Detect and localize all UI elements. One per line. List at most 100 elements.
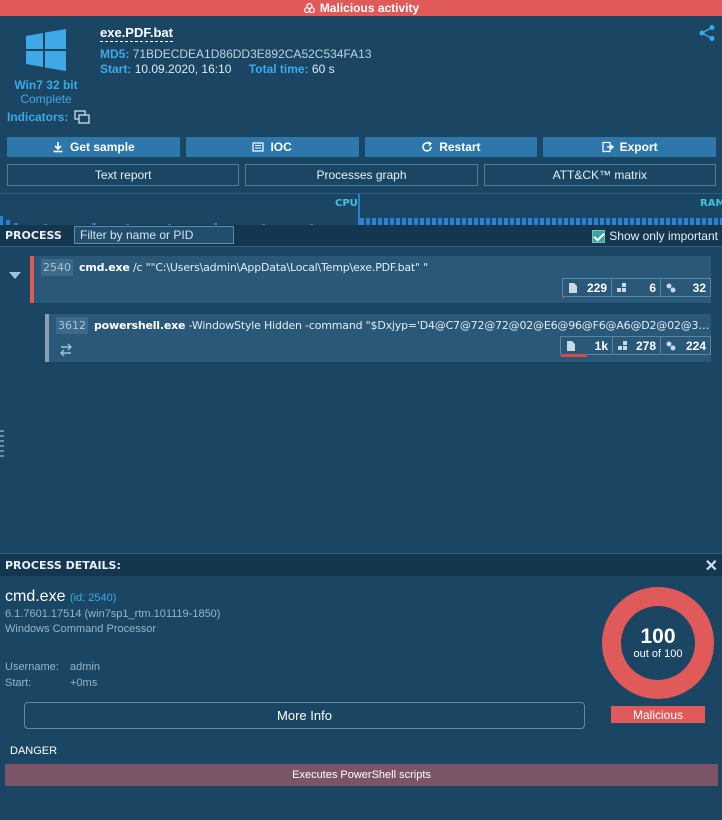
text-report-button[interactable]: Text report [7,164,240,186]
files-count: 1k [594,338,608,353]
restart-button[interactable]: Restart [364,137,538,157]
md5-line: MD5: 71BDECDEA1D86DD3E892CA52C534FA13 [100,47,372,61]
threat-score-value: 100 [640,625,676,648]
detail-process-id: (id: 2540) [69,592,117,604]
biohazard-icon [303,2,315,13]
threat-score-out-of: out of 100 [633,648,683,660]
share-icon[interactable] [698,24,716,42]
process-args: /c ""C:\Users\admin\AppData\Local\Temp\e… [129,261,429,274]
modules-icon [666,341,676,350]
download-icon [53,142,63,153]
primary-actions: Get sample IOC Restart Export [7,137,716,157]
registry-stat[interactable]: 278 [612,336,660,355]
file-icon [569,282,577,293]
process-name: cmd.exe [79,261,130,274]
show-only-important-label: Show only important [609,229,718,243]
export-icon [602,141,614,153]
registry-count: 278 [635,338,656,353]
process-pid: 3612 [56,317,88,334]
registry-count: 6 [649,280,656,295]
threat-score-donut: 100 out of 100 [602,587,714,699]
restart-label: Restart [439,140,481,154]
start-time-value: +0ms [70,677,98,689]
files-activity-bar [561,354,587,357]
banner-text: Malicious activity [319,1,420,15]
copy-windows-icon[interactable] [74,110,90,124]
cpu-usage-bars [0,216,313,225]
start-time-label: Start: [5,677,32,689]
process-args: -WindowStyle Hidden -command "$Dxjyp='D4… [185,319,714,332]
start-line: Start: 10.09.2020, 16:10 Total time: 60 … [100,62,349,76]
processes-graph-button[interactable]: Processes graph [245,164,478,186]
ioc-label: IOC [270,140,292,154]
files-stat[interactable]: 229 [562,278,611,299]
ioc-button[interactable]: IOC [185,137,359,157]
start-label: Start: [100,62,132,76]
username-value: admin [70,661,100,673]
export-button[interactable]: Export [543,137,716,157]
username-label: Username: [5,661,59,673]
registry-stat[interactable]: 6 [611,278,660,297]
cpu-label: CPU [335,198,358,209]
process-name: powershell.exe [94,319,186,332]
files-count: 229 [586,280,607,295]
resize-handle[interactable] [0,430,4,460]
md5-label: MD5: [100,47,130,61]
process-panel-title: PROCESS [5,229,62,242]
total-time-value: 60 s [311,62,335,76]
verdict-badge: Malicious [611,706,705,723]
export-label: Export [619,140,658,154]
document-list-icon [252,142,265,152]
show-only-important-checkbox[interactable] [592,229,606,243]
process-toolbar: PROCESS Show only important [0,225,722,247]
indicators-label: Indicators: [7,110,69,124]
file-icon [567,340,575,351]
attck-matrix-button[interactable]: ATT&CK™ matrix [483,164,716,186]
report-actions: Text report Processes graph ATT&CK™ matr… [7,164,716,186]
indicators[interactable]: Indicators: [7,110,90,124]
process-pid: 2540 [41,259,73,276]
danger-indicator-item[interactable]: Executes PowerShell scripts [5,764,718,786]
modules-icon [666,283,676,292]
modules-count: 32 [692,280,706,295]
process-row[interactable]: 2540 cmd.exe /c ""C:\Users\admin\AppData… [30,256,711,303]
refresh-icon [422,141,433,152]
modules-stat[interactable]: 32 [660,278,711,297]
modules-stat[interactable]: 224 [660,336,711,355]
process-command-line: cmd.exe /c ""C:\Users\admin\AppData\Loca… [79,261,699,274]
file-name-link[interactable]: exe.PDF.bat [100,25,173,42]
process-command-line: powershell.exe -WindowStyle Hidden -comm… [94,319,714,332]
danger-section-label: DANGER [10,745,58,757]
task-status: Complete [20,92,72,106]
detail-username: Username: admin [5,661,100,673]
start-value: 10.09.2020, 16:10 [134,62,232,76]
process-details-title: PROCESS DETAILS: [5,559,121,572]
get-sample-button[interactable]: Get sample [7,137,180,157]
files-stat[interactable]: 1k [560,336,612,357]
process-stats: 1k 278 224 [560,336,711,357]
total-time-label: Total time: [248,62,309,76]
collapse-tree-icon[interactable] [9,272,21,279]
windows-logo-icon [26,29,66,71]
md5-value: 71BDECDEA1D86DD3E892CA52C534FA13 [132,47,372,61]
threat-score-center: 100 out of 100 [621,606,695,680]
process-filter-input[interactable] [74,226,234,244]
detail-start: Start: +0ms [5,677,97,689]
process-row[interactable]: 3612 powershell.exe -WindowStyle Hidden … [45,314,714,362]
close-icon[interactable]: ✕ [705,556,718,576]
task-header: Win7 32 bit Complete Indicators: exe.PDF… [0,16,722,133]
process-stats: 229 6 32 [562,278,711,299]
malicious-activity-banner: Malicious activity [0,0,722,16]
get-sample-label: Get sample [70,140,135,154]
resource-graph: CPU RAM [0,193,722,225]
process-details-header: PROCESS DETAILS: ✕ [0,553,722,576]
registry-icon [618,340,627,350]
more-info-button[interactable]: More Info [24,702,585,729]
detail-description: Windows Command Processor [5,623,156,635]
network-exchange-icon [60,343,72,357]
show-only-important-toggle[interactable]: Show only important [592,229,718,243]
os-name: Win7 32 bit [14,78,78,92]
modules-count: 224 [685,338,706,353]
registry-icon [617,282,626,292]
files-activity-bar [563,296,564,299]
